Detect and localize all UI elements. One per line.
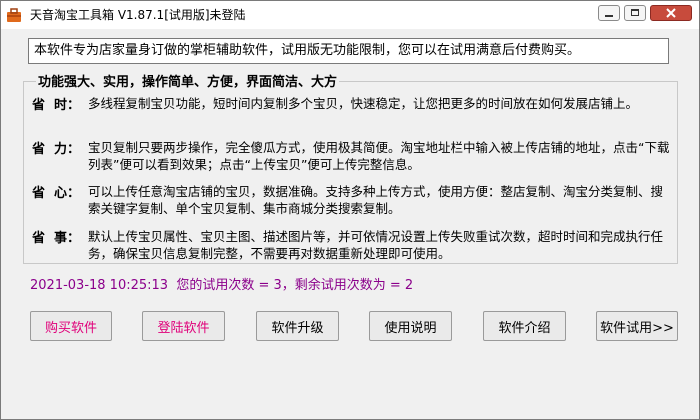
manual-button[interactable]: 使用说明: [369, 311, 452, 341]
maximize-button[interactable]: [621, 1, 649, 25]
window-title: 天音淘宝工具箱 V1.87.1[试用版]未登陆: [30, 8, 246, 22]
feature-text-save-trouble: 默认上传宝贝属性、宝贝主图、描述图片等，并可依情况设置上传失败重试次数，超时时间…: [88, 229, 664, 261]
feature-text-save-effort: 宝贝复制只要两步操作，完全傻瓜方式，使用极其简便。淘宝地址栏中输入被上传店铺的地…: [88, 140, 670, 172]
status-trial-count: 您的试用次数 = 3，剩余试用次数为 = 2: [176, 278, 414, 293]
buy-button[interactable]: 购买软件: [30, 311, 112, 341]
title-bar[interactable]: 天音淘宝工具箱 V1.87.1[试用版]未登陆: [1, 1, 699, 29]
feature-label-save-time: 省 时：: [32, 98, 81, 113]
feature-label-save-effort: 省 力：: [32, 142, 81, 157]
upgrade-button[interactable]: 软件升级: [256, 311, 339, 341]
features-group-title: 功能强大、实用，操作简单、方便，界面简洁、大方: [36, 71, 340, 90]
toolbox-icon: [6, 7, 22, 23]
close-button[interactable]: [649, 1, 693, 25]
maximize-icon: [631, 9, 639, 16]
app-window: 天音淘宝工具箱 V1.87.1[试用版]未登陆 本软件专为店家量身订做的掌柜辅助…: [0, 0, 700, 420]
feature-label-save-worry: 省 心：: [32, 186, 81, 201]
minimize-button[interactable]: [595, 1, 623, 25]
feature-label-save-trouble: 省 事：: [32, 231, 81, 246]
close-icon: [666, 8, 676, 18]
minimize-icon: [605, 15, 613, 17]
status-datetime: 2021-03-18 10:25:13: [30, 278, 169, 293]
trial-button[interactable]: 软件试用>>: [596, 311, 678, 341]
feature-text-save-worry: 可以上传任意淘宝店铺的宝贝，数据准确。支持多种上传方式，使用方便：整店复制、淘宝…: [88, 184, 664, 216]
login-button[interactable]: 登陆软件: [142, 311, 225, 341]
intro-button[interactable]: 软件介绍: [483, 311, 566, 341]
trial-status: 2021-03-18 10:25:13 您的试用次数 = 3，剩余试用次数为 =…: [30, 274, 413, 293]
feature-text-save-time: 多线程复制宝贝功能，短时间内复制多个宝贝，快速稳定，让您把更多的时间放在如何发展…: [88, 96, 639, 111]
info-banner: 本软件专为店家量身订做的掌柜辅助软件，试用版无功能限制，您可以在试用满意后付费购…: [28, 38, 669, 64]
